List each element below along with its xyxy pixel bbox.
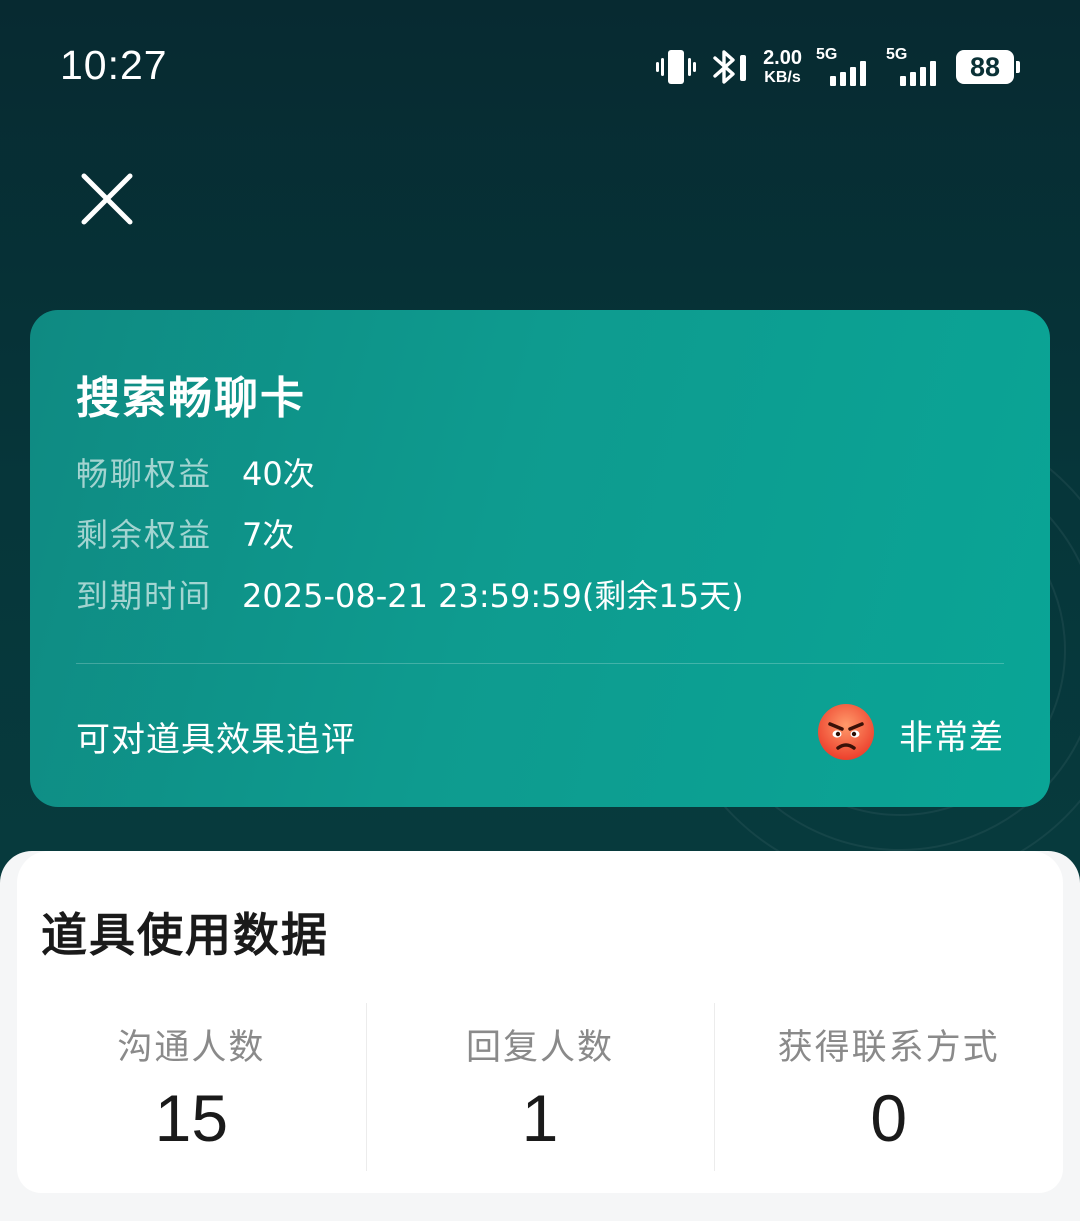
- info-label: 畅聊权益: [76, 455, 213, 493]
- close-button[interactable]: [76, 168, 138, 230]
- info-value: 40次: [242, 455, 315, 493]
- card-divider: [76, 663, 1004, 664]
- battery-tip: [1016, 61, 1020, 73]
- bluetooth-icon: [711, 47, 749, 87]
- signal-sim2: 5G: [886, 46, 942, 88]
- stat-contacted: 沟通人数 15: [17, 1003, 366, 1171]
- usage-card: 道具使用数据 沟通人数 15 回复人数 1 获得联系方式 0: [17, 851, 1063, 1193]
- signal-icon: [900, 61, 936, 86]
- status-icons: 2.00 KB/s 5G 5G 88: [655, 46, 1020, 88]
- info-value: 2025-08-21 23:59:59(剩余15天): [242, 577, 744, 615]
- info-row-chat-benefit: 畅聊权益 40次: [76, 452, 315, 493]
- status-bar: 10:27 2.00 KB/s 5G 5G 88: [0, 0, 1080, 130]
- stat-value: 15: [154, 1081, 229, 1155]
- card-title: 搜索畅聊卡: [76, 373, 306, 424]
- battery-icon: 88: [956, 50, 1020, 84]
- stat-value: 0: [870, 1081, 908, 1155]
- stat-label: 获得联系方式: [777, 1028, 1000, 1068]
- signal-sim1: 5G: [816, 46, 872, 88]
- info-value: 7次: [242, 516, 295, 554]
- status-time: 10:27: [60, 42, 168, 88]
- stat-contact-info: 获得联系方式 0: [714, 1003, 1063, 1171]
- info-label: 到期时间: [76, 577, 213, 615]
- close-icon: [81, 173, 133, 225]
- network-speed-unit: KB/s: [764, 69, 801, 86]
- battery-level: 88: [956, 50, 1014, 84]
- signal-icon: [830, 61, 866, 86]
- stat-label: 回复人数: [466, 1028, 615, 1068]
- review-prompt: 可对道具效果追评: [76, 720, 356, 760]
- angry-face-icon: [817, 703, 875, 765]
- vibrate-icon: [655, 48, 697, 86]
- network-speed: 2.00 KB/s: [763, 48, 802, 86]
- usage-panel: 道具使用数据 沟通人数 15 回复人数 1 获得联系方式 0: [0, 851, 1080, 1221]
- stat-value: 1: [521, 1081, 559, 1155]
- usage-stats: 沟通人数 15 回复人数 1 获得联系方式 0: [17, 1003, 1063, 1171]
- stat-label: 沟通人数: [117, 1028, 266, 1068]
- network-speed-value: 2.00: [763, 47, 802, 69]
- rating-button[interactable]: 非常差: [817, 703, 1004, 765]
- usage-title: 道具使用数据: [41, 908, 329, 962]
- stat-replied: 回复人数 1: [365, 1003, 715, 1171]
- info-row-expiry: 到期时间 2025-08-21 23:59:59(剩余15天): [76, 574, 744, 615]
- info-row-remaining-benefit: 剩余权益 7次: [76, 513, 295, 554]
- prop-card: 搜索畅聊卡 畅聊权益 40次 剩余权益 7次 到期时间 2025-08-21 2…: [30, 310, 1050, 807]
- rating-label: 非常差: [899, 717, 1004, 758]
- info-label: 剩余权益: [76, 516, 213, 554]
